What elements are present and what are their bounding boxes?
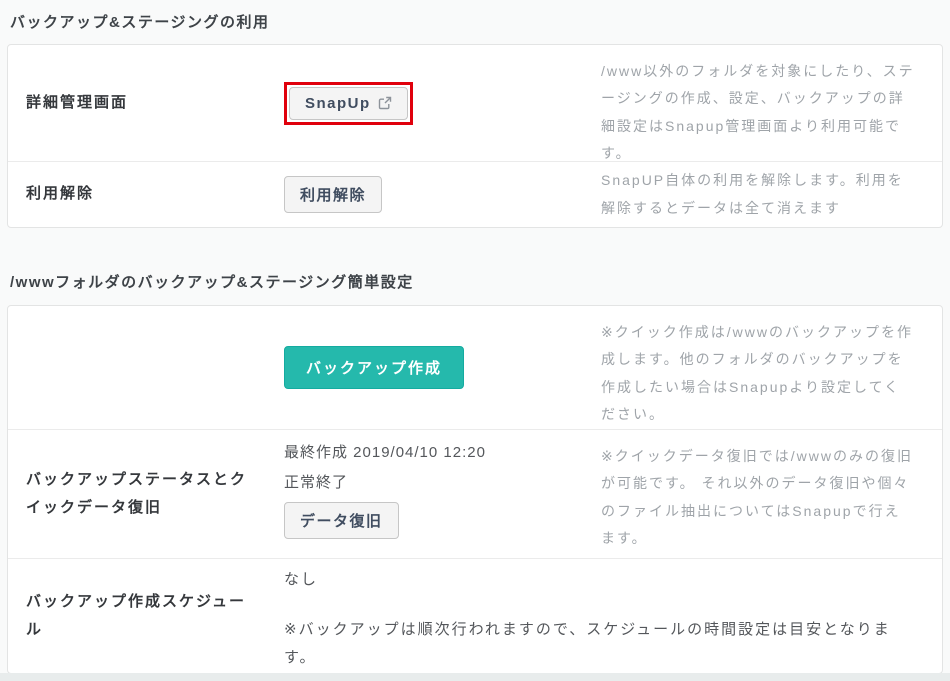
backup-schedule-label: バックアップ作成スケジュール — [8, 559, 284, 673]
backup-status-description: ※クイックデータ復旧では/wwwのみの復旧が可能です。 それ以外のデータ復旧や個… — [601, 430, 942, 558]
cancel-usage-button[interactable]: 利用解除 — [284, 176, 382, 213]
row-cancel-usage: 利用解除 利用解除 SnapUP自体の利用を解除します。利用を解除するとデータは… — [8, 161, 942, 227]
backup-settings-page: バックアップ&ステージングの利用 詳細管理画面 SnapUp — [0, 0, 950, 673]
usage-settings-card: 詳細管理画面 SnapUp /www以外の — [7, 44, 943, 228]
last-created-text: 最終作成 2019/04/10 12:20 — [284, 442, 486, 463]
snapup-button-highlight: SnapUp — [284, 82, 413, 125]
backup-status-label: バックアップステータスとクイックデータ復旧 — [8, 430, 284, 558]
row-create-backup: バックアップ作成 ※クイック作成は/wwwのバックアップを作成します。他のフォル… — [8, 306, 942, 429]
snapup-button-label: SnapUp — [305, 95, 371, 112]
row-backup-schedule: バックアップ作成スケジュール なし ※バックアップは順次行われますので、スケジュ… — [8, 558, 942, 673]
admin-screen-description: /www以外のフォルダを対象にしたり、ステージングの作成、設定、バックアップの詳… — [601, 45, 942, 161]
row-backup-status: バックアップステータスとクイックデータ復旧 最終作成 2019/04/10 12… — [8, 429, 942, 558]
create-backup-button[interactable]: バックアップ作成 — [284, 346, 464, 389]
admin-screen-action-cell: SnapUp — [284, 45, 601, 161]
external-link-icon — [378, 96, 392, 110]
section-title-backup-staging-usage: バックアップ&ステージングの利用 — [10, 0, 940, 44]
backup-status-action-cell: 最終作成 2019/04/10 12:20 正常終了 データ復旧 — [284, 430, 601, 558]
admin-screen-label: 詳細管理画面 — [8, 45, 284, 161]
backup-schedule-value: なし — [284, 566, 912, 595]
create-backup-action-cell: バックアップ作成 — [284, 306, 601, 429]
quick-settings-card: バックアップ作成 ※クイック作成は/wwwのバックアップを作成します。他のフォル… — [7, 305, 943, 673]
data-restore-button[interactable]: データ復旧 — [284, 502, 399, 539]
row-admin-screen: 詳細管理画面 SnapUp /www以外の — [8, 45, 942, 161]
section-title-www-quick-settings: /wwwフォルダのバックアップ&ステージング簡単設定 — [10, 228, 940, 305]
backup-schedule-content: なし ※バックアップは順次行われますので、スケジュールの時間設定は目安となります… — [284, 559, 942, 673]
create-backup-label-empty — [8, 306, 284, 429]
data-restore-button-label: データ復旧 — [300, 510, 383, 531]
cancel-usage-description: SnapUP自体の利用を解除します。利用を解除するとデータは全て消えます — [601, 167, 942, 222]
cancel-usage-label: 利用解除 — [8, 162, 284, 227]
status-text: 正常終了 — [284, 472, 486, 493]
backup-status-stack: 最終作成 2019/04/10 12:20 正常終了 データ復旧 — [284, 442, 486, 539]
backup-schedule-note: ※バックアップは順次行われますので、スケジュールの時間設定は目安となります。 — [284, 616, 912, 673]
cancel-usage-action-cell: 利用解除 — [284, 162, 601, 227]
snapup-button[interactable]: SnapUp — [289, 87, 408, 120]
cancel-usage-button-label: 利用解除 — [300, 184, 366, 205]
create-backup-description: ※クイック作成は/wwwのバックアップを作成します。他のフォルダのバックアップを… — [601, 306, 942, 429]
